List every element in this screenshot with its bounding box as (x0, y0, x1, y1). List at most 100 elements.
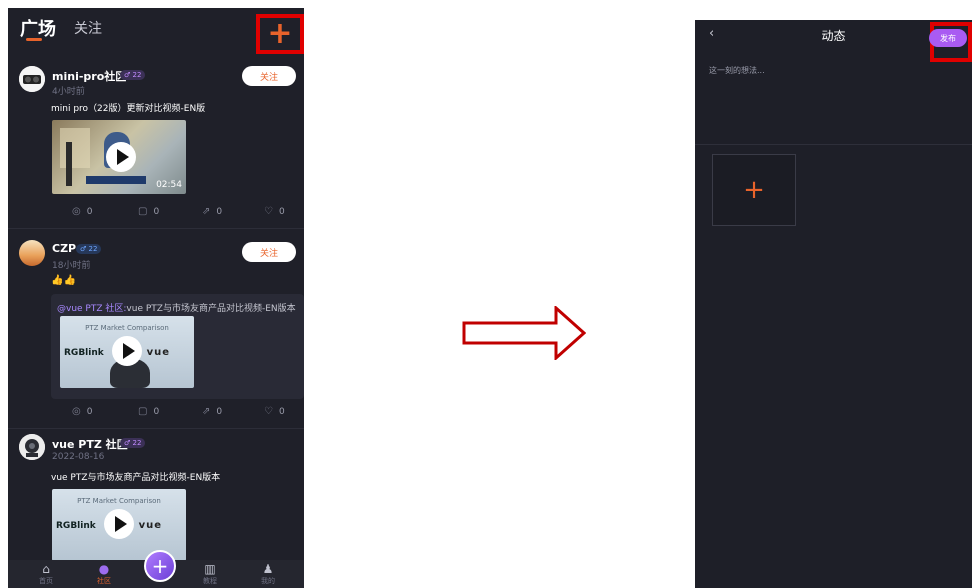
avatar[interactable] (19, 66, 45, 92)
level-badge: ♂ 22 (120, 438, 146, 448)
avatar[interactable] (19, 240, 45, 266)
level-value: 22 (132, 439, 142, 447)
video-thumbnail[interactable]: 02:54 (52, 120, 186, 194)
add-image-button[interactable]: + (712, 154, 796, 226)
nav-home[interactable]: ⌂ 首页 (26, 562, 66, 586)
feed-post: mini-pro社区 ♂ 22 4小时前 关注 mini pro（22版）更新对… (8, 58, 304, 230)
post-time: 4小时前 (52, 87, 85, 97)
user-icon: ♟ (262, 562, 274, 576)
play-icon[interactable] (112, 336, 142, 366)
video-thumb-logo-right: vue (146, 347, 170, 358)
video-thumb-logo-left: RGBlink (56, 521, 96, 531)
thumbs-up-icon: ♡ (264, 406, 273, 417)
post-text: vue PTZ与市场友商产品对比视频-EN版本 (51, 473, 221, 483)
shares-stat[interactable]: ⇗ 0 (202, 406, 222, 417)
post-username[interactable]: vue PTZ 社区 (52, 436, 128, 452)
nav-community-label: 社区 (97, 577, 111, 585)
nav-community[interactable]: ● 社区 (84, 562, 124, 586)
video-thumbnail[interactable]: PTZ Market Comparison RGBlink vue (60, 316, 194, 388)
level-badge: ♂ 22 (76, 244, 102, 254)
flow-arrow-icon (462, 306, 586, 360)
post-text: mini pro（22版）更新对比视频-EN版 (51, 104, 206, 114)
level-value: 22 (132, 71, 142, 79)
repost-text: @vue PTZ 社区:vue PTZ与市场友商产品对比视频-EN版本 (57, 301, 296, 314)
comments-count: 0 (153, 206, 160, 217)
divider (8, 228, 304, 229)
tab-follow[interactable]: 关注 (74, 18, 102, 38)
post-username[interactable]: CZP (52, 242, 76, 255)
bottom-nav: ⌂ 首页 ● 社区 + ▥ 教程 ♟ 我的 (8, 550, 304, 588)
active-tab-indicator (26, 38, 42, 41)
mention-link[interactable]: @vue PTZ 社区: (57, 304, 126, 314)
eye-icon: ◎ (72, 206, 81, 217)
post-time: 18小时前 (52, 261, 91, 271)
plus-icon: + (267, 16, 293, 51)
post-stats: ◎ 0 ▢ 0 ⇗ 0 ♡ 0 (8, 406, 304, 422)
nav-profile-label: 我的 (261, 577, 275, 585)
tripod-shape (66, 142, 72, 186)
plus-icon: + (151, 554, 169, 578)
compose-post-screen: ‹ 动态 发布 这一刻的想法... + (695, 20, 972, 588)
post-text: 👍👍 (51, 275, 76, 286)
comments-count: 0 (153, 406, 160, 417)
nav-home-label: 首页 (39, 577, 53, 585)
post-username[interactable]: mini-pro社区 (52, 68, 126, 84)
likes-count: 0 (278, 406, 285, 417)
top-tabs: 广场 关注 + (8, 8, 304, 58)
comment-icon: ▢ (138, 406, 148, 417)
shares-count: 0 (216, 406, 223, 417)
post-stats: ◎ 0 ▢ 0 ⇗ 0 ♡ 0 (8, 206, 304, 222)
camera-avatar-icon (19, 66, 45, 92)
follow-button[interactable]: 关注 (242, 66, 296, 86)
video-thumb-title: PTZ Market Comparison (85, 324, 169, 332)
views-stat[interactable]: ◎ 0 (72, 406, 92, 417)
repost-body: vue PTZ与市场友商产品对比视频-EN版本 (126, 304, 296, 314)
avatar[interactable] (19, 434, 45, 460)
play-icon[interactable] (104, 509, 134, 539)
feed-post: CZP ♂ 22 18小时前 关注 👍👍 @vue PTZ 社区:vue PTZ… (8, 230, 304, 430)
divider (8, 428, 304, 429)
follow-button[interactable]: 关注 (242, 242, 296, 262)
post-time: 2022-08-16 (52, 452, 105, 462)
divider (695, 144, 972, 145)
likes-stat[interactable]: ♡ 0 (264, 206, 285, 217)
views-count: 0 (86, 206, 93, 217)
video-thumb-title: PTZ Market Comparison (77, 497, 161, 505)
post-text-input[interactable]: 这一刻的想法... (709, 65, 765, 76)
planet-icon: ● (98, 562, 110, 576)
caption-bar (86, 176, 146, 184)
publish-button[interactable]: 发布 (929, 29, 967, 47)
shelf-shape (60, 128, 90, 168)
shares-count: 0 (216, 206, 223, 217)
thumbs-up-icon: ♡ (264, 206, 273, 217)
likes-count: 0 (278, 206, 285, 217)
shares-stat[interactable]: ⇗ 0 (202, 206, 222, 217)
comments-stat[interactable]: ▢ 0 (138, 206, 159, 217)
nav-tutorial-label: 教程 (203, 577, 217, 585)
views-stat[interactable]: ◎ 0 (72, 206, 92, 217)
nav-profile[interactable]: ♟ 我的 (248, 562, 288, 586)
comment-icon: ▢ (138, 206, 148, 217)
home-icon: ⌂ (42, 562, 50, 576)
play-icon[interactable] (106, 142, 136, 172)
add-post-button[interactable]: + (256, 14, 304, 54)
video-thumb-logo-right: vue (138, 520, 162, 531)
screenshot-stage: 广场 关注 + mini-pro社区 ♂ 22 4小时前 关注 mini pro… (0, 0, 972, 588)
likes-stat[interactable]: ♡ 0 (264, 406, 285, 417)
nav-tutorial[interactable]: ▥ 教程 (190, 562, 230, 586)
ptz-camera-avatar-icon (19, 434, 45, 460)
share-icon: ⇗ (202, 406, 211, 417)
share-icon: ⇗ (202, 206, 211, 217)
reposted-content[interactable]: @vue PTZ 社区:vue PTZ与市场友商产品对比视频-EN版本 PTZ … (51, 294, 304, 399)
views-count: 0 (86, 406, 93, 417)
center-add-button[interactable]: + (144, 550, 176, 582)
level-value: 22 (88, 245, 98, 253)
publish-highlight: 发布 (929, 22, 972, 62)
comments-stat[interactable]: ▢ 0 (138, 406, 159, 417)
plus-icon: + (743, 175, 765, 205)
video-thumb-logo-left: RGBlink (64, 348, 104, 358)
eye-icon: ◎ (72, 406, 81, 417)
level-badge: ♂ 22 (120, 70, 146, 80)
community-feed-screen: 广场 关注 + mini-pro社区 ♂ 22 4小时前 关注 mini pro… (8, 8, 304, 588)
video-duration: 02:54 (156, 180, 182, 190)
